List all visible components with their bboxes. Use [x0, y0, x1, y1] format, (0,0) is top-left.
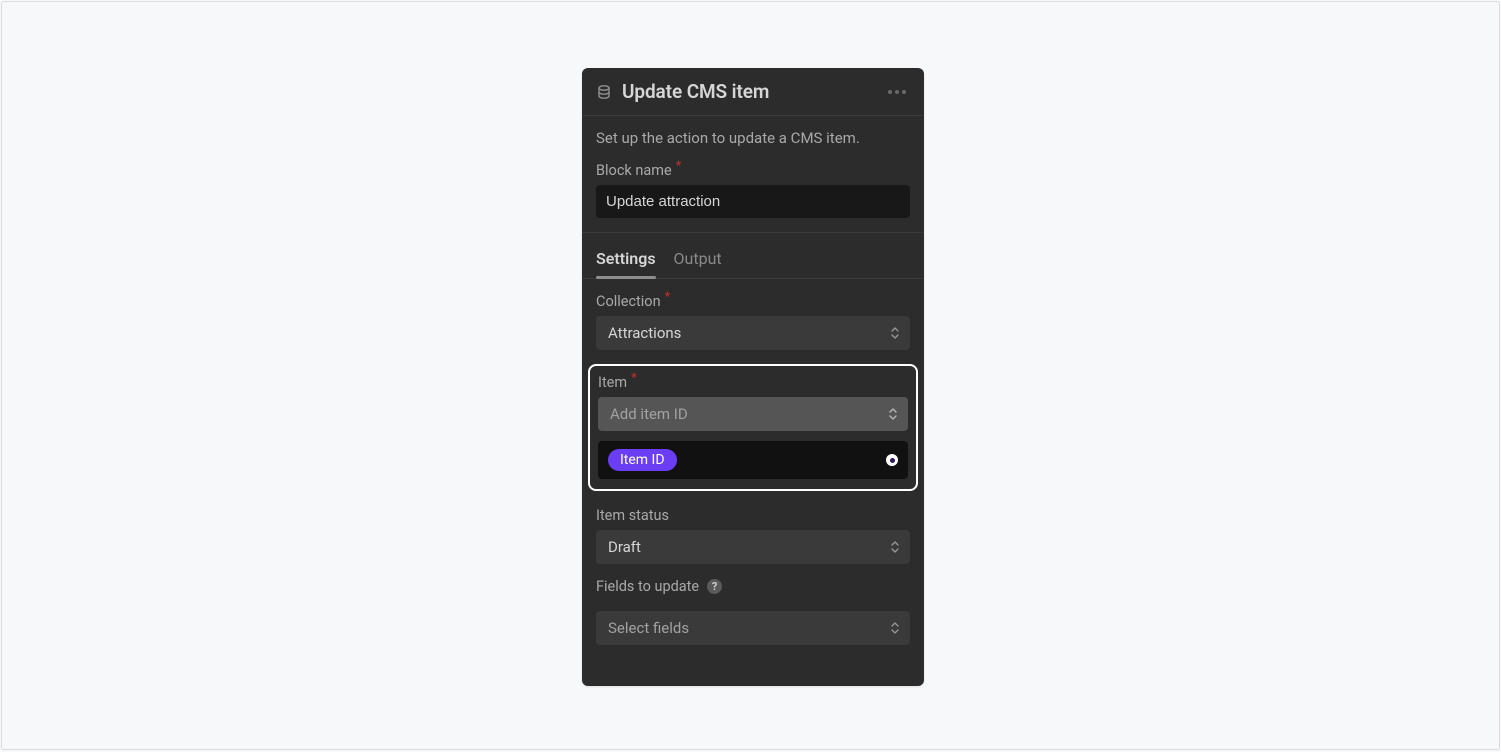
- collection-field: Collection * Attractions: [596, 293, 910, 350]
- required-indicator: *: [676, 160, 682, 173]
- more-icon: [888, 90, 906, 94]
- item-status-field: Item status Draft: [596, 507, 910, 564]
- page-frame: Update CMS item Set up the action to upd…: [1, 1, 1500, 750]
- token-radio-indicator[interactable]: [886, 454, 898, 466]
- block-name-label-text: Block name: [596, 162, 672, 179]
- fields-to-update-label-text: Fields to update: [596, 578, 699, 595]
- panel-description: Set up the action to update a CMS item.: [596, 128, 910, 148]
- item-status-value: Draft: [608, 538, 641, 556]
- panel-header: Update CMS item: [582, 68, 924, 115]
- collection-label: Collection *: [596, 293, 910, 310]
- fields-to-update-label: Fields to update ?: [596, 578, 910, 595]
- tab-settings[interactable]: Settings: [596, 249, 656, 278]
- panel-title: Update CMS item: [622, 80, 884, 103]
- fields-to-update-placeholder: Select fields: [608, 619, 689, 637]
- item-placeholder: Add item ID: [610, 405, 688, 423]
- required-indicator: *: [665, 291, 671, 304]
- item-status-select[interactable]: Draft: [596, 530, 910, 564]
- required-indicator: *: [631, 372, 637, 385]
- item-status-label-text: Item status: [596, 507, 669, 524]
- more-button[interactable]: [884, 86, 910, 98]
- tabs: Settings Output: [582, 233, 924, 279]
- fields-to-update-field: Fields to update ? Select fields: [596, 578, 910, 645]
- collection-value: Attractions: [608, 324, 681, 342]
- fields-to-update-select[interactable]: Select fields: [596, 611, 910, 645]
- tab-output[interactable]: Output: [674, 249, 722, 278]
- collection-label-text: Collection: [596, 293, 661, 310]
- item-label: Item *: [598, 374, 908, 391]
- item-status-label: Item status: [596, 507, 910, 524]
- item-field-focus: Item * Add item ID Item ID: [588, 364, 918, 491]
- block-name-label: Block name *: [596, 162, 910, 179]
- item-id-token[interactable]: Item ID: [608, 449, 677, 471]
- item-token-row[interactable]: Item ID: [598, 441, 908, 479]
- intro-section: Set up the action to update a CMS item. …: [582, 116, 924, 232]
- help-icon[interactable]: ?: [707, 579, 722, 594]
- item-label-text: Item: [598, 374, 627, 391]
- item-select[interactable]: Add item ID: [598, 397, 908, 431]
- settings-panel: Update CMS item Set up the action to upd…: [582, 68, 924, 686]
- collection-select[interactable]: Attractions: [596, 316, 910, 350]
- settings-body: Collection * Attractions Item * Add item…: [582, 279, 924, 645]
- block-name-input[interactable]: [596, 185, 910, 218]
- cms-icon: [596, 84, 612, 100]
